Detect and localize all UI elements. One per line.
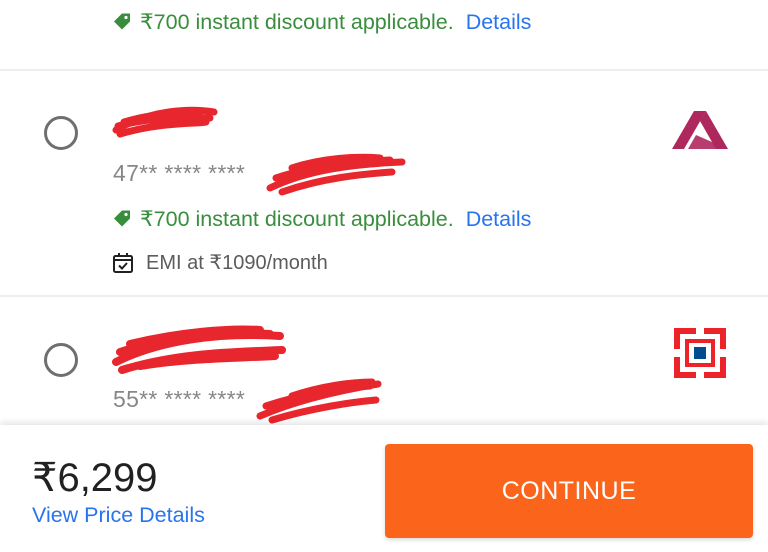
redaction-scribble xyxy=(266,153,406,196)
payment-card-list: ₹700 instant discount applicable. Detail… xyxy=(0,0,768,425)
divider xyxy=(0,295,768,297)
offer-line: ₹700 instant discount applicable. Detail… xyxy=(112,8,531,36)
hdfc-bank-logo xyxy=(674,328,726,378)
masked-card-number: 47** **** **** xyxy=(113,160,246,186)
divider xyxy=(0,69,768,71)
view-price-details-link[interactable]: View Price Details xyxy=(32,503,205,528)
checkout-footer: ₹6,299 View Price Details CONTINUE xyxy=(0,425,768,552)
offer-text: ₹700 instant discount applicable. xyxy=(140,206,454,231)
offer-details-link[interactable]: Details xyxy=(466,207,532,232)
axis-bank-logo xyxy=(672,111,728,149)
continue-button[interactable]: CONTINUE xyxy=(385,444,753,538)
redaction-scribble xyxy=(112,106,218,138)
offer-line: ₹700 instant discount applicable. Detail… xyxy=(112,205,531,233)
redaction-scribble xyxy=(112,325,286,374)
calendar-icon xyxy=(113,252,133,273)
tag-icon xyxy=(114,210,130,227)
offer-details-link[interactable]: Details xyxy=(466,10,532,35)
card-radio-button[interactable] xyxy=(44,116,78,150)
card-radio-button[interactable] xyxy=(44,343,78,377)
total-price: ₹6,299 xyxy=(32,456,158,500)
redaction-scribble xyxy=(256,378,382,424)
masked-card-number: 55** **** **** xyxy=(113,386,246,412)
emi-text: EMI at ₹1090/month xyxy=(146,252,328,274)
emi-info: EMI at ₹1090/month xyxy=(112,250,328,275)
tag-icon xyxy=(114,13,130,30)
offer-text: ₹700 instant discount applicable. xyxy=(140,9,454,34)
